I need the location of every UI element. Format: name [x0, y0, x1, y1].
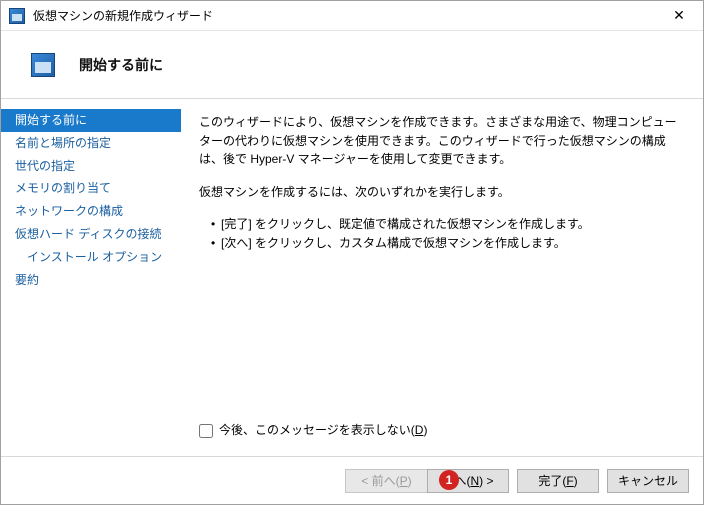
previous-button: < 前へ(P) [345, 469, 427, 493]
wizard-step-2[interactable]: 世代の指定 [1, 155, 181, 178]
wizard-step-5[interactable]: 仮想ハード ディスクの接続 [1, 223, 181, 246]
option-bullet-1: [次へ] をクリックし、カスタム構成で仮想マシンを作成します。 [211, 234, 683, 253]
do-not-show-again-row: 今後、このメッセージを表示しない(D) [199, 421, 683, 440]
wizard-steps-sidebar: 開始する前に名前と場所の指定世代の指定メモリの割り当てネットワークの構成仮想ハー… [1, 99, 181, 456]
title-bar: 仮想マシンの新規作成ウィザード ✕ [1, 1, 703, 31]
finish-button[interactable]: 完了(F) [517, 469, 599, 493]
option-bullet-0: [完了] をクリックし、既定値で構成された仮想マシンを作成します。 [211, 215, 683, 234]
options-list: [完了] をクリックし、既定値で構成された仮想マシンを作成します。[次へ] をク… [211, 215, 683, 252]
do-not-show-again-checkbox[interactable] [199, 424, 213, 438]
nav-button-group: < 前へ(P) 次へ(N) > [345, 469, 509, 493]
wizard-step-3[interactable]: メモリの割り当て [1, 177, 181, 200]
window-title: 仮想マシンの新規作成ウィザード [33, 7, 659, 24]
do-not-show-again-label[interactable]: 今後、このメッセージを表示しない(D) [219, 421, 427, 440]
page-title: 開始する前に [79, 55, 163, 75]
instruction-text: 仮想マシンを作成するには、次のいずれかを実行します。 [199, 183, 683, 202]
wizard-step-1[interactable]: 名前と場所の指定 [1, 132, 181, 155]
close-icon: ✕ [673, 7, 685, 24]
wizard-footer: < 前へ(P) 次へ(N) > 完了(F) キャンセル 1 [1, 456, 703, 504]
wizard-icon [31, 53, 55, 77]
next-button[interactable]: 次へ(N) > [427, 469, 509, 493]
wizard-content: このウィザードにより、仮想マシンを作成できます。さまざまな用途で、物理コンピュー… [181, 99, 703, 456]
cancel-button[interactable]: キャンセル [607, 469, 689, 493]
wizard-step-0[interactable]: 開始する前に [1, 109, 181, 132]
wizard-step-6[interactable]: インストール オプション [1, 246, 181, 269]
wizard-body: 開始する前に名前と場所の指定世代の指定メモリの割り当てネットワークの構成仮想ハー… [1, 99, 703, 456]
wizard-step-7[interactable]: 要約 [1, 269, 181, 292]
wizard-step-4[interactable]: ネットワークの構成 [1, 200, 181, 223]
intro-text: このウィザードにより、仮想マシンを作成できます。さまざまな用途で、物理コンピュー… [199, 113, 683, 169]
wizard-header: 開始する前に [1, 31, 703, 99]
close-button[interactable]: ✕ [659, 2, 699, 30]
app-icon [9, 8, 25, 24]
